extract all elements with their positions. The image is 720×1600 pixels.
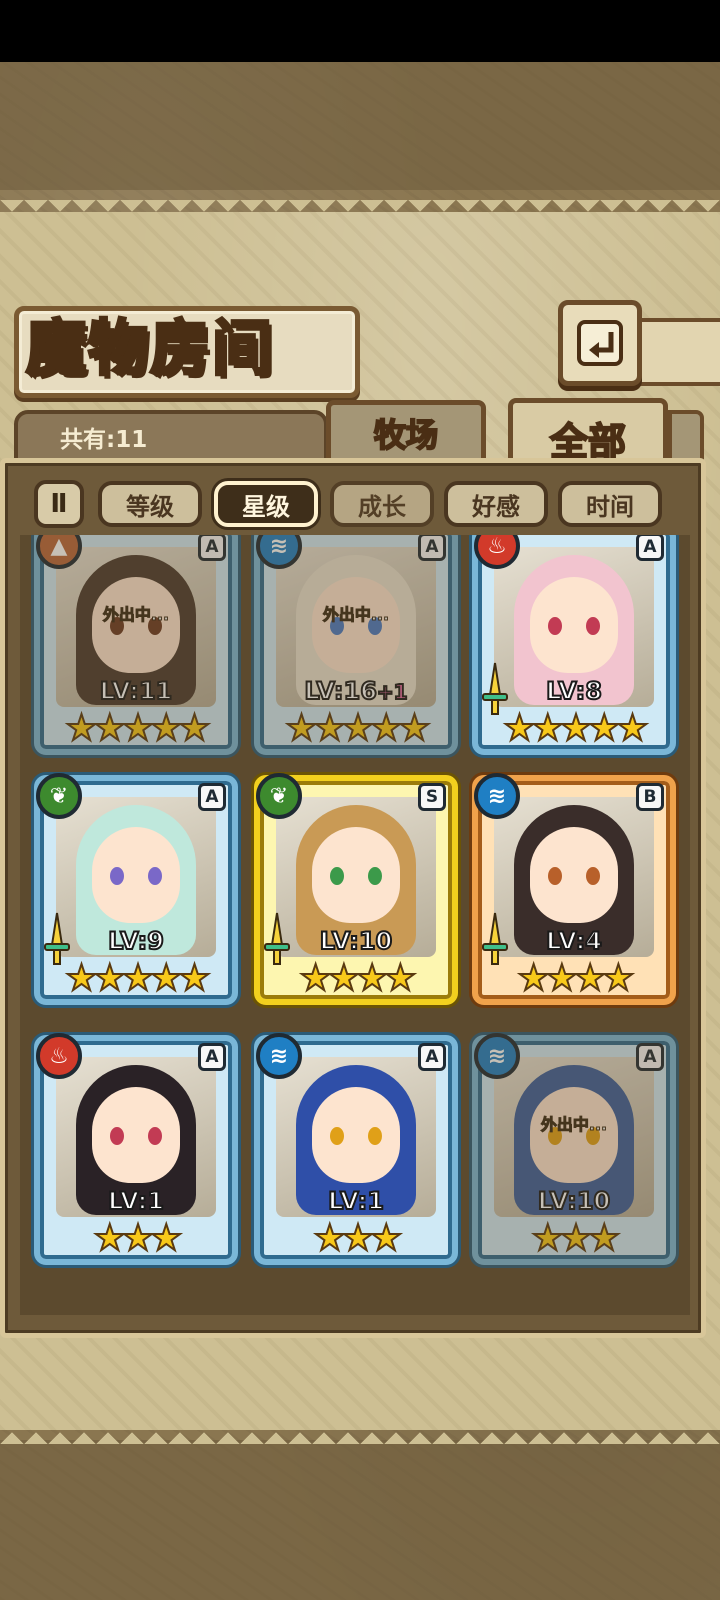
- monster-eye: [368, 867, 382, 885]
- water-element-icon: ≋: [256, 1033, 302, 1079]
- rank-badge: A: [198, 535, 226, 561]
- monster-eye: [548, 617, 562, 635]
- level-value: LV:4: [545, 926, 603, 956]
- monster-card[interactable]: ❦ S LV:10 ★★★★: [254, 773, 458, 1005]
- monster-eye: [586, 617, 600, 635]
- level-value: LV:10: [537, 1186, 611, 1216]
- leaf-element-icon: ❦: [36, 773, 82, 819]
- monster-eye: [586, 867, 600, 885]
- monster-eye: [110, 867, 124, 885]
- star-rating: ★★★: [313, 1218, 404, 1259]
- water-element-icon: ≋: [474, 1033, 520, 1079]
- rank-badge: B: [636, 783, 664, 811]
- rank-badge: A: [636, 1043, 664, 1071]
- monster-eye: [330, 867, 344, 885]
- sort-stars-button[interactable]: 星级: [214, 481, 318, 527]
- away-status: 外出中...: [322, 605, 390, 625]
- leaf-element-icon: ❦: [256, 773, 302, 819]
- monster-eye: [110, 1127, 124, 1145]
- star-rating: ★★★★★: [284, 708, 431, 749]
- level-value: LV:10: [319, 926, 393, 956]
- page-title: 魔物房间: [25, 313, 274, 386]
- back-button[interactable]: [558, 300, 642, 386]
- level-value: LV:16: [303, 676, 377, 706]
- status-bar: [0, 0, 720, 62]
- rank-badge: S: [418, 783, 446, 811]
- monster-level: LV:1: [260, 1186, 452, 1216]
- monster-eye: [330, 1127, 344, 1145]
- monster-level: LV:8: [478, 676, 670, 706]
- monster-level: LV:16+1: [260, 676, 452, 706]
- level-value: LV:11: [99, 676, 173, 706]
- monster-card[interactable]: ♨ A LV:1 ★★★: [34, 1033, 238, 1265]
- rank-badge: A: [418, 1043, 446, 1071]
- star-rating: ★★★★★: [502, 708, 649, 749]
- monster-level: LV:4: [478, 926, 670, 956]
- star-rating: ★★★★: [516, 958, 635, 999]
- monster-grid[interactable]: ▲ A 外出中... LV:11 ★★★★★ ≋ A 外出中... LV:16+1 ★★★★★ ♨ A…: [20, 535, 690, 1315]
- away-status: 外出中...: [540, 1115, 608, 1135]
- monster-eye: [548, 867, 562, 885]
- fire-element-icon: ♨: [36, 1033, 82, 1079]
- level-bonus: +1: [376, 679, 409, 705]
- star-rating: ★★★★: [298, 958, 417, 999]
- monster-card[interactable]: ≋ A LV:1 ★★★: [254, 1033, 458, 1265]
- map-band-bottom: [0, 1440, 720, 1600]
- monster-card[interactable]: ♨ A LV:8 ★★★★★: [472, 535, 676, 755]
- sort-affection-button[interactable]: 好感: [444, 481, 548, 527]
- monster-card[interactable]: ≋ A 外出中... LV:10 ★★★: [472, 1033, 676, 1265]
- level-value: LV:1: [327, 1186, 385, 1216]
- star-rating: ★★★★★: [64, 708, 211, 749]
- monster-face: [530, 577, 618, 673]
- rank-badge: A: [198, 783, 226, 811]
- monster-card[interactable]: ≋ B LV:4 ★★★★: [472, 773, 676, 1005]
- sort-order-toggle[interactable]: Ⅱ: [34, 480, 84, 528]
- monster-card[interactable]: ❦ A LV:9 ★★★★★: [34, 773, 238, 1005]
- monster-face: [312, 827, 400, 923]
- monster-level: LV:9: [40, 926, 232, 956]
- monster-level: LV:10: [260, 926, 452, 956]
- map-band-top: [0, 62, 720, 190]
- sort-level-button[interactable]: 等级: [98, 481, 202, 527]
- monster-face: [530, 1087, 618, 1183]
- back-bar: [632, 318, 720, 386]
- star-rating: ★★★★★: [64, 958, 211, 999]
- monster-eye: [148, 867, 162, 885]
- panel-zigzag-bottom: [0, 1420, 720, 1444]
- tab-farm[interactable]: 牧场: [326, 400, 486, 460]
- total-count: 共有:11: [60, 427, 148, 453]
- water-element-icon: ≋: [474, 773, 520, 819]
- sort-time-button[interactable]: 时间: [558, 481, 662, 527]
- back-arrow-icon: [577, 320, 623, 366]
- monster-level: LV:11: [40, 676, 232, 706]
- monster-card[interactable]: ▲ A 外出中... LV:11 ★★★★★: [34, 535, 238, 755]
- level-value: LV:1: [107, 1186, 165, 1216]
- monster-eye: [148, 1127, 162, 1145]
- monster-face: [92, 827, 180, 923]
- monster-card[interactable]: ≋ A 外出中... LV:16+1 ★★★★★: [254, 535, 458, 755]
- star-rating: ★★★: [531, 1218, 622, 1259]
- star-rating: ★★★: [93, 1218, 184, 1259]
- monster-level: LV:10: [478, 1186, 670, 1216]
- level-value: LV:8: [545, 676, 603, 706]
- rank-badge: A: [636, 535, 664, 561]
- sort-growth-button[interactable]: 成长: [330, 481, 434, 527]
- rank-badge: A: [418, 535, 446, 561]
- monster-face: [92, 1087, 180, 1183]
- rank-badge: A: [198, 1043, 226, 1071]
- level-value: LV:9: [107, 926, 165, 956]
- monster-face: [312, 577, 400, 673]
- away-status: 外出中...: [102, 605, 170, 625]
- monster-face: [92, 577, 180, 673]
- monster-eye: [368, 1127, 382, 1145]
- monster-level: LV:1: [40, 1186, 232, 1216]
- monster-face: [530, 827, 618, 923]
- monster-face: [312, 1087, 400, 1183]
